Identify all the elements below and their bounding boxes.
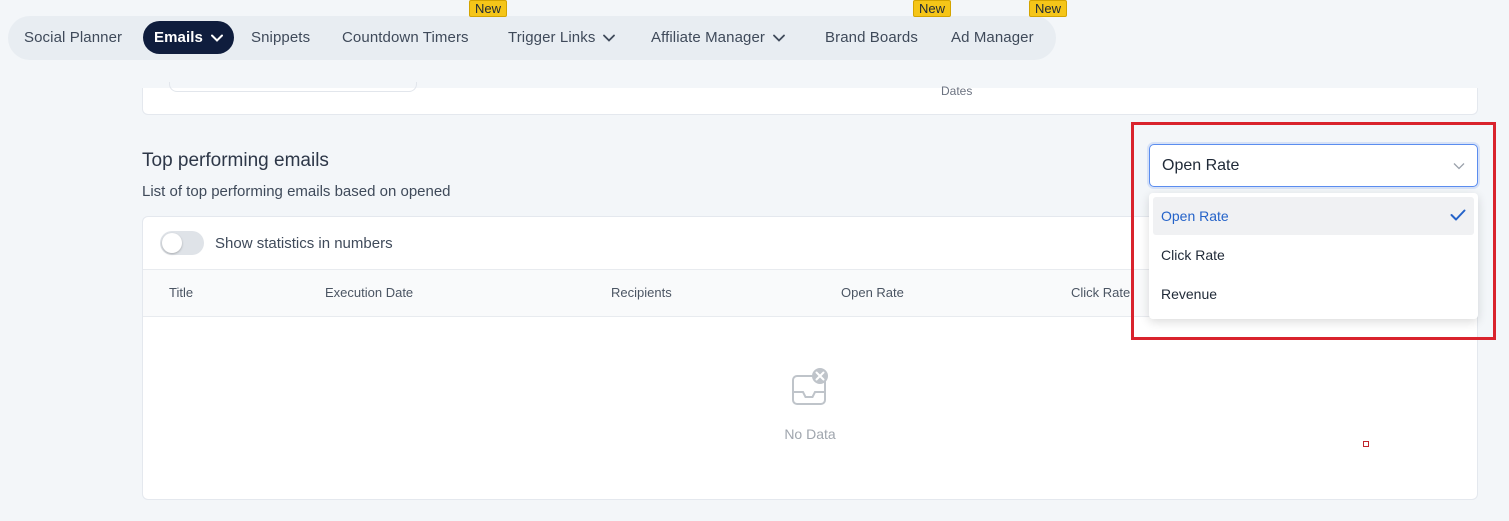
option-label: Click Rate — [1161, 247, 1225, 263]
nav-item-social-planner[interactable]: Social Planner — [24, 21, 122, 54]
new-badge-brand-boards: New — [913, 0, 952, 17]
option-click-rate[interactable]: Click Rate — [1153, 236, 1474, 274]
metric-select-value: Open Rate — [1162, 156, 1240, 174]
toggle-label: Show statistics in numbers — [215, 234, 393, 252]
statistics-toggle-row: Show statistics in numbers — [160, 231, 393, 255]
chart-card-bottom: Dates — [142, 82, 1478, 115]
column-header-open-rate[interactable]: Open Rate — [841, 285, 904, 300]
nav-item-label: Trigger Links — [508, 29, 596, 46]
no-data-label: No Data — [784, 426, 836, 442]
section-title: Top performing emails — [142, 150, 329, 171]
nav-item-brand-boards[interactable]: Brand Boards — [825, 21, 918, 54]
nav-item-label: Ad Manager — [951, 29, 1034, 46]
show-numbers-toggle[interactable] — [160, 231, 204, 255]
nav-item-label: Brand Boards — [825, 29, 918, 46]
x-axis-label: Dates — [941, 84, 973, 98]
checkmark-icon — [1450, 208, 1466, 224]
nav-item-label: Snippets — [251, 29, 311, 46]
option-revenue[interactable]: Revenue — [1153, 275, 1474, 313]
option-open-rate[interactable]: Open Rate — [1153, 197, 1474, 235]
empty-state: No Data — [143, 367, 1477, 442]
column-header-title[interactable]: Title — [169, 285, 193, 300]
annotation-marker — [1363, 441, 1369, 447]
chart-control-pill — [169, 82, 417, 92]
option-label: Open Rate — [1161, 208, 1229, 224]
chevron-down-icon — [603, 34, 616, 42]
nav-item-ad-manager[interactable]: Ad Manager — [951, 21, 1034, 54]
metric-dropdown-menu: Open Rate Click Rate Revenue — [1149, 193, 1478, 319]
nav-item-label: Countdown Timers — [342, 29, 469, 46]
column-header-execution-date[interactable]: Execution Date — [325, 285, 413, 300]
chevron-down-icon — [773, 34, 785, 42]
nav-item-countdown-timers[interactable]: Countdown Timers — [342, 21, 469, 54]
nav-item-label: Emails — [154, 29, 203, 46]
new-badge-snippets: New — [469, 0, 508, 17]
nav-item-label: Social Planner — [24, 29, 123, 46]
column-header-recipients[interactable]: Recipients — [611, 285, 672, 300]
section-subtitle: List of top performing emails based on o… — [142, 183, 451, 200]
column-header-click-rate[interactable]: Click Rate — [1071, 285, 1130, 300]
chevron-down-icon — [1453, 157, 1465, 175]
chevron-down-icon — [210, 34, 223, 42]
toggle-knob — [162, 233, 182, 253]
nav-item-affiliate-manager[interactable]: Affiliate Manager — [651, 21, 785, 54]
nav-item-snippets[interactable]: Snippets — [251, 21, 310, 54]
empty-inbox-icon — [790, 367, 830, 412]
nav-item-trigger-links[interactable]: Trigger Links — [508, 21, 616, 54]
metric-select[interactable]: Open Rate — [1149, 144, 1478, 187]
option-label: Revenue — [1161, 286, 1218, 302]
new-badge-ad-manager: New — [1029, 0, 1068, 17]
nav-item-emails[interactable]: Emails — [143, 21, 234, 54]
nav-item-label: Affiliate Manager — [651, 29, 765, 46]
